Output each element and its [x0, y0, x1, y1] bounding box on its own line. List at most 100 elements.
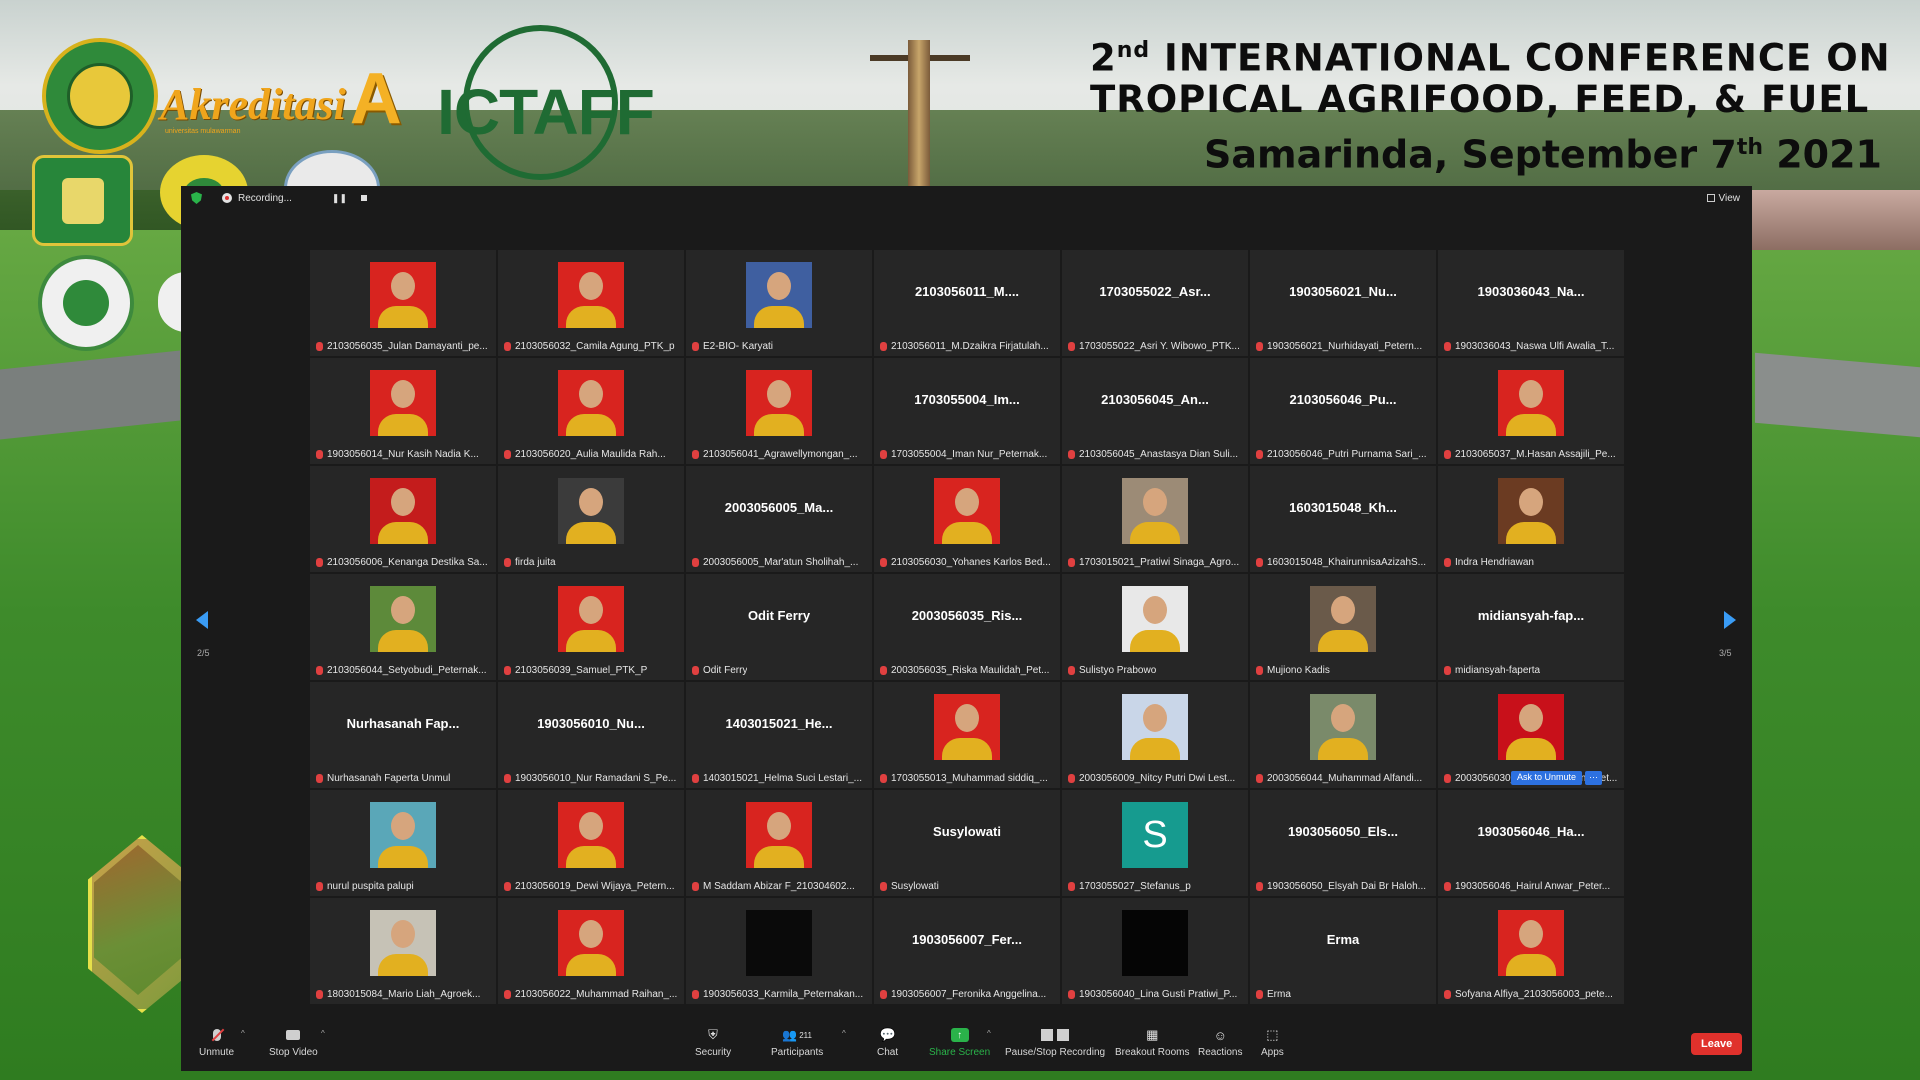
participant-tile[interactable]: 2103065037_M.Hasan Assajili_Pe... [1438, 358, 1624, 464]
participant-tile[interactable]: Susylowati Susylowati [874, 790, 1060, 896]
participant-tile[interactable]: 1903056033_Karmila_Peternakan... [686, 898, 872, 1004]
participant-name-text: firda juita [515, 557, 556, 568]
audio-options-caret-icon[interactable]: ^ [241, 1029, 245, 1038]
background-road-right [1755, 352, 1920, 438]
participant-name-text: 2003056035_Riska Maulidah_Pet... [891, 665, 1050, 676]
participant-name-label: 2103065037_M.Hasan Assajili_Pe... [1444, 449, 1622, 460]
microphone-muted-icon [504, 558, 511, 567]
participants-options-caret-icon[interactable]: ^ [842, 1029, 846, 1038]
participant-display-name: 1903056010_Nu... [537, 716, 645, 731]
participant-tile[interactable]: 1703055004_Im... 1703055004_Iman Nur_Pete… [874, 358, 1060, 464]
stop-video-label: Stop Video [269, 1047, 318, 1058]
participant-name-text: 2103056006_Kenanga Destika Sa... [327, 557, 488, 568]
participant-tile[interactable]: Sulistyo Prabowo [1062, 574, 1248, 680]
microphone-muted-icon [692, 450, 699, 459]
participant-name-text: 2003056005_Mar'atun Sholihah_... [703, 557, 859, 568]
participant-tile[interactable]: Indra Hendriawan [1438, 466, 1624, 572]
participant-tile[interactable]: Erma Erma [1250, 898, 1436, 1004]
security-button[interactable]: ⛨ Security [695, 1027, 731, 1058]
microphone-muted-icon [316, 990, 323, 999]
participant-tile[interactable]: 1603015048_Kh... 1603015048_KhairunnisaAz… [1250, 466, 1436, 572]
participant-display-name: 1903056046_Ha... [1477, 824, 1585, 839]
participant-tile[interactable]: 2103056041_Agrawellymongan_... [686, 358, 872, 464]
participant-tile[interactable]: M Saddam Abizar F_210304602... [686, 790, 872, 896]
participant-video [558, 910, 624, 976]
participant-tile[interactable]: nurul puspita palupi [310, 790, 496, 896]
participant-tile[interactable]: 2103056035_Julan Damayanti_pe... [310, 250, 496, 356]
participant-tile[interactable]: 2003056035_Ris... 2003056035_Riska Maulid… [874, 574, 1060, 680]
participant-tile[interactable]: 1903056007_Fer... 1903056007_Feronika Ang… [874, 898, 1060, 1004]
participant-tile[interactable]: E2-BIO- Karyati [686, 250, 872, 356]
participant-tile[interactable]: 1903056021_Nu... 1903056021_Nurhidayati_P… [1250, 250, 1436, 356]
participant-video [1122, 910, 1188, 976]
participant-tile[interactable]: 1903056046_Ha... 1903056046_Hairul Anwar_… [1438, 790, 1624, 896]
chat-label: Chat [877, 1047, 899, 1058]
participant-name-label: 2103056019_Dewi Wijaya_Petern... [504, 881, 682, 892]
participant-name-text: 1903056007_Feronika Anggelina... [891, 989, 1047, 1000]
pause-recording-icon[interactable]: ❚❚ [332, 193, 347, 204]
microphone-muted-icon [1068, 666, 1075, 675]
participant-tile[interactable]: 2103056011_M.... 2103056011_M.Dzaikra Fir… [874, 250, 1060, 356]
participant-name-label: midiansyah-faperta [1444, 665, 1622, 676]
participant-tile[interactable]: 2103056044_Setyobudi_Peternak... [310, 574, 496, 680]
microphone-muted-icon [1256, 450, 1263, 459]
apps-button[interactable]: ⬚ Apps [1261, 1027, 1284, 1058]
microphone-muted-icon [316, 450, 323, 459]
participant-tile[interactable]: 2103056030_Yohanes Karlos Bed... [874, 466, 1060, 572]
participant-tile[interactable]: 1703015021_Pratiwi Sinaga_Agro... [1062, 466, 1248, 572]
more-options-button[interactable]: ··· [1585, 771, 1602, 785]
grid-view-icon [1706, 194, 1715, 202]
next-page-arrow-icon[interactable] [1724, 611, 1736, 629]
participant-name-label: Erma [1256, 989, 1434, 1000]
chat-button[interactable]: 💬 Chat [877, 1027, 898, 1058]
participant-tile[interactable]: 2103056045_An... 2103056045_Anastasya Dia… [1062, 358, 1248, 464]
participant-tile[interactable]: Mujiono Kadis [1250, 574, 1436, 680]
stop-recording-icon[interactable] [361, 195, 368, 201]
video-options-caret-icon[interactable]: ^ [321, 1029, 325, 1038]
participant-tile[interactable]: 1903056040_Lina Gusti Pratiwi_P... [1062, 898, 1248, 1004]
participant-tile[interactable]: 1903056050_Els... 1903056050_Elsyah Dai B… [1250, 790, 1436, 896]
participant-tile[interactable]: 1903056014_Nur Kasih Nadia K... [310, 358, 496, 464]
participant-display-name: Nurhasanah Fap... [346, 716, 460, 731]
conference-title-line1: 2nd INTERNATIONAL CONFERENCE ON [1090, 30, 1900, 79]
previous-page-arrow-icon[interactable] [196, 611, 208, 629]
reactions-button[interactable]: ☺ Reactions [1198, 1027, 1242, 1059]
participant-name-text: 1603015048_KhairunnisaAzizahS... [1267, 557, 1427, 568]
share-options-caret-icon[interactable]: ^ [987, 1029, 991, 1038]
participant-tile[interactable]: 2103056020_Aulia Maulida Rah... [498, 358, 684, 464]
participant-name-text: nurul puspita palupi [327, 881, 414, 892]
participant-tile[interactable]: Odit Ferry Odit Ferry [686, 574, 872, 680]
participant-name-text: 2103056045_Anastasya Dian Suli... [1079, 449, 1239, 460]
participant-video [934, 694, 1000, 760]
participant-tile[interactable]: 2103056046_Pu... 2103056046_Putri Purnama… [1250, 358, 1436, 464]
participant-display-name: Odit Ferry [747, 608, 811, 623]
ask-to-unmute-button[interactable]: Ask to Unmute [1510, 771, 1582, 785]
participant-tile[interactable]: 2103056006_Kenanga Destika Sa... [310, 466, 496, 572]
conference-title-line2: TROPICAL AGRIFOOD, FEED, & FUEL [1090, 78, 1870, 122]
microphone-muted-icon [504, 342, 511, 351]
share-screen-button[interactable]: ↑ Share Screen [929, 1027, 990, 1058]
participant-tile[interactable]: 2103056019_Dewi Wijaya_Petern... [498, 790, 684, 896]
participant-video [1498, 478, 1564, 544]
participant-tile[interactable]: 1703055022_Asr... 1703055022_Asri Y. Wibo… [1062, 250, 1248, 356]
participant-tile[interactable]: firda juita [498, 466, 684, 572]
stop-video-button[interactable]: Stop Video [269, 1027, 318, 1058]
leave-button[interactable]: Leave [1691, 1033, 1743, 1055]
breakout-rooms-button[interactable]: ▦ Breakout Rooms [1115, 1027, 1189, 1058]
participant-tile[interactable]: 2103056022_Muhammad Raihan_... [498, 898, 684, 1004]
pause-stop-recording-button[interactable]: Pause/Stop Recording [1005, 1027, 1105, 1058]
participant-tile[interactable]: 2103056032_Camila Agung_PTK_p [498, 250, 684, 356]
participant-tile[interactable]: Sofyana Alfiya_2103056003_pete... [1438, 898, 1624, 1004]
participant-name-text: 2103056030_Yohanes Karlos Bed... [891, 557, 1051, 568]
unmute-button[interactable]: Unmute [199, 1027, 234, 1058]
participant-tile[interactable]: 2003056005_Ma... 2003056005_Mar'atun Shol… [686, 466, 872, 572]
participant-tile[interactable]: 1803015084_Mario Liah_Agroek... [310, 898, 496, 1004]
security-shield-icon[interactable] [191, 192, 202, 204]
participant-tile[interactable]: midiansyah-fap... midiansyah-faperta [1438, 574, 1624, 680]
participant-video [370, 370, 436, 436]
participants-button[interactable]: 👥 211 Participants [771, 1027, 823, 1058]
view-button[interactable]: View [1706, 193, 1740, 204]
participant-tile[interactable]: S 1703055027_Stefanus_p [1062, 790, 1248, 896]
participant-tile[interactable]: 2103056039_Samuel_PTK_P [498, 574, 684, 680]
participant-tile[interactable]: 1903036043_Na... 1903036043_Naswa Ulfi Aw… [1438, 250, 1624, 356]
